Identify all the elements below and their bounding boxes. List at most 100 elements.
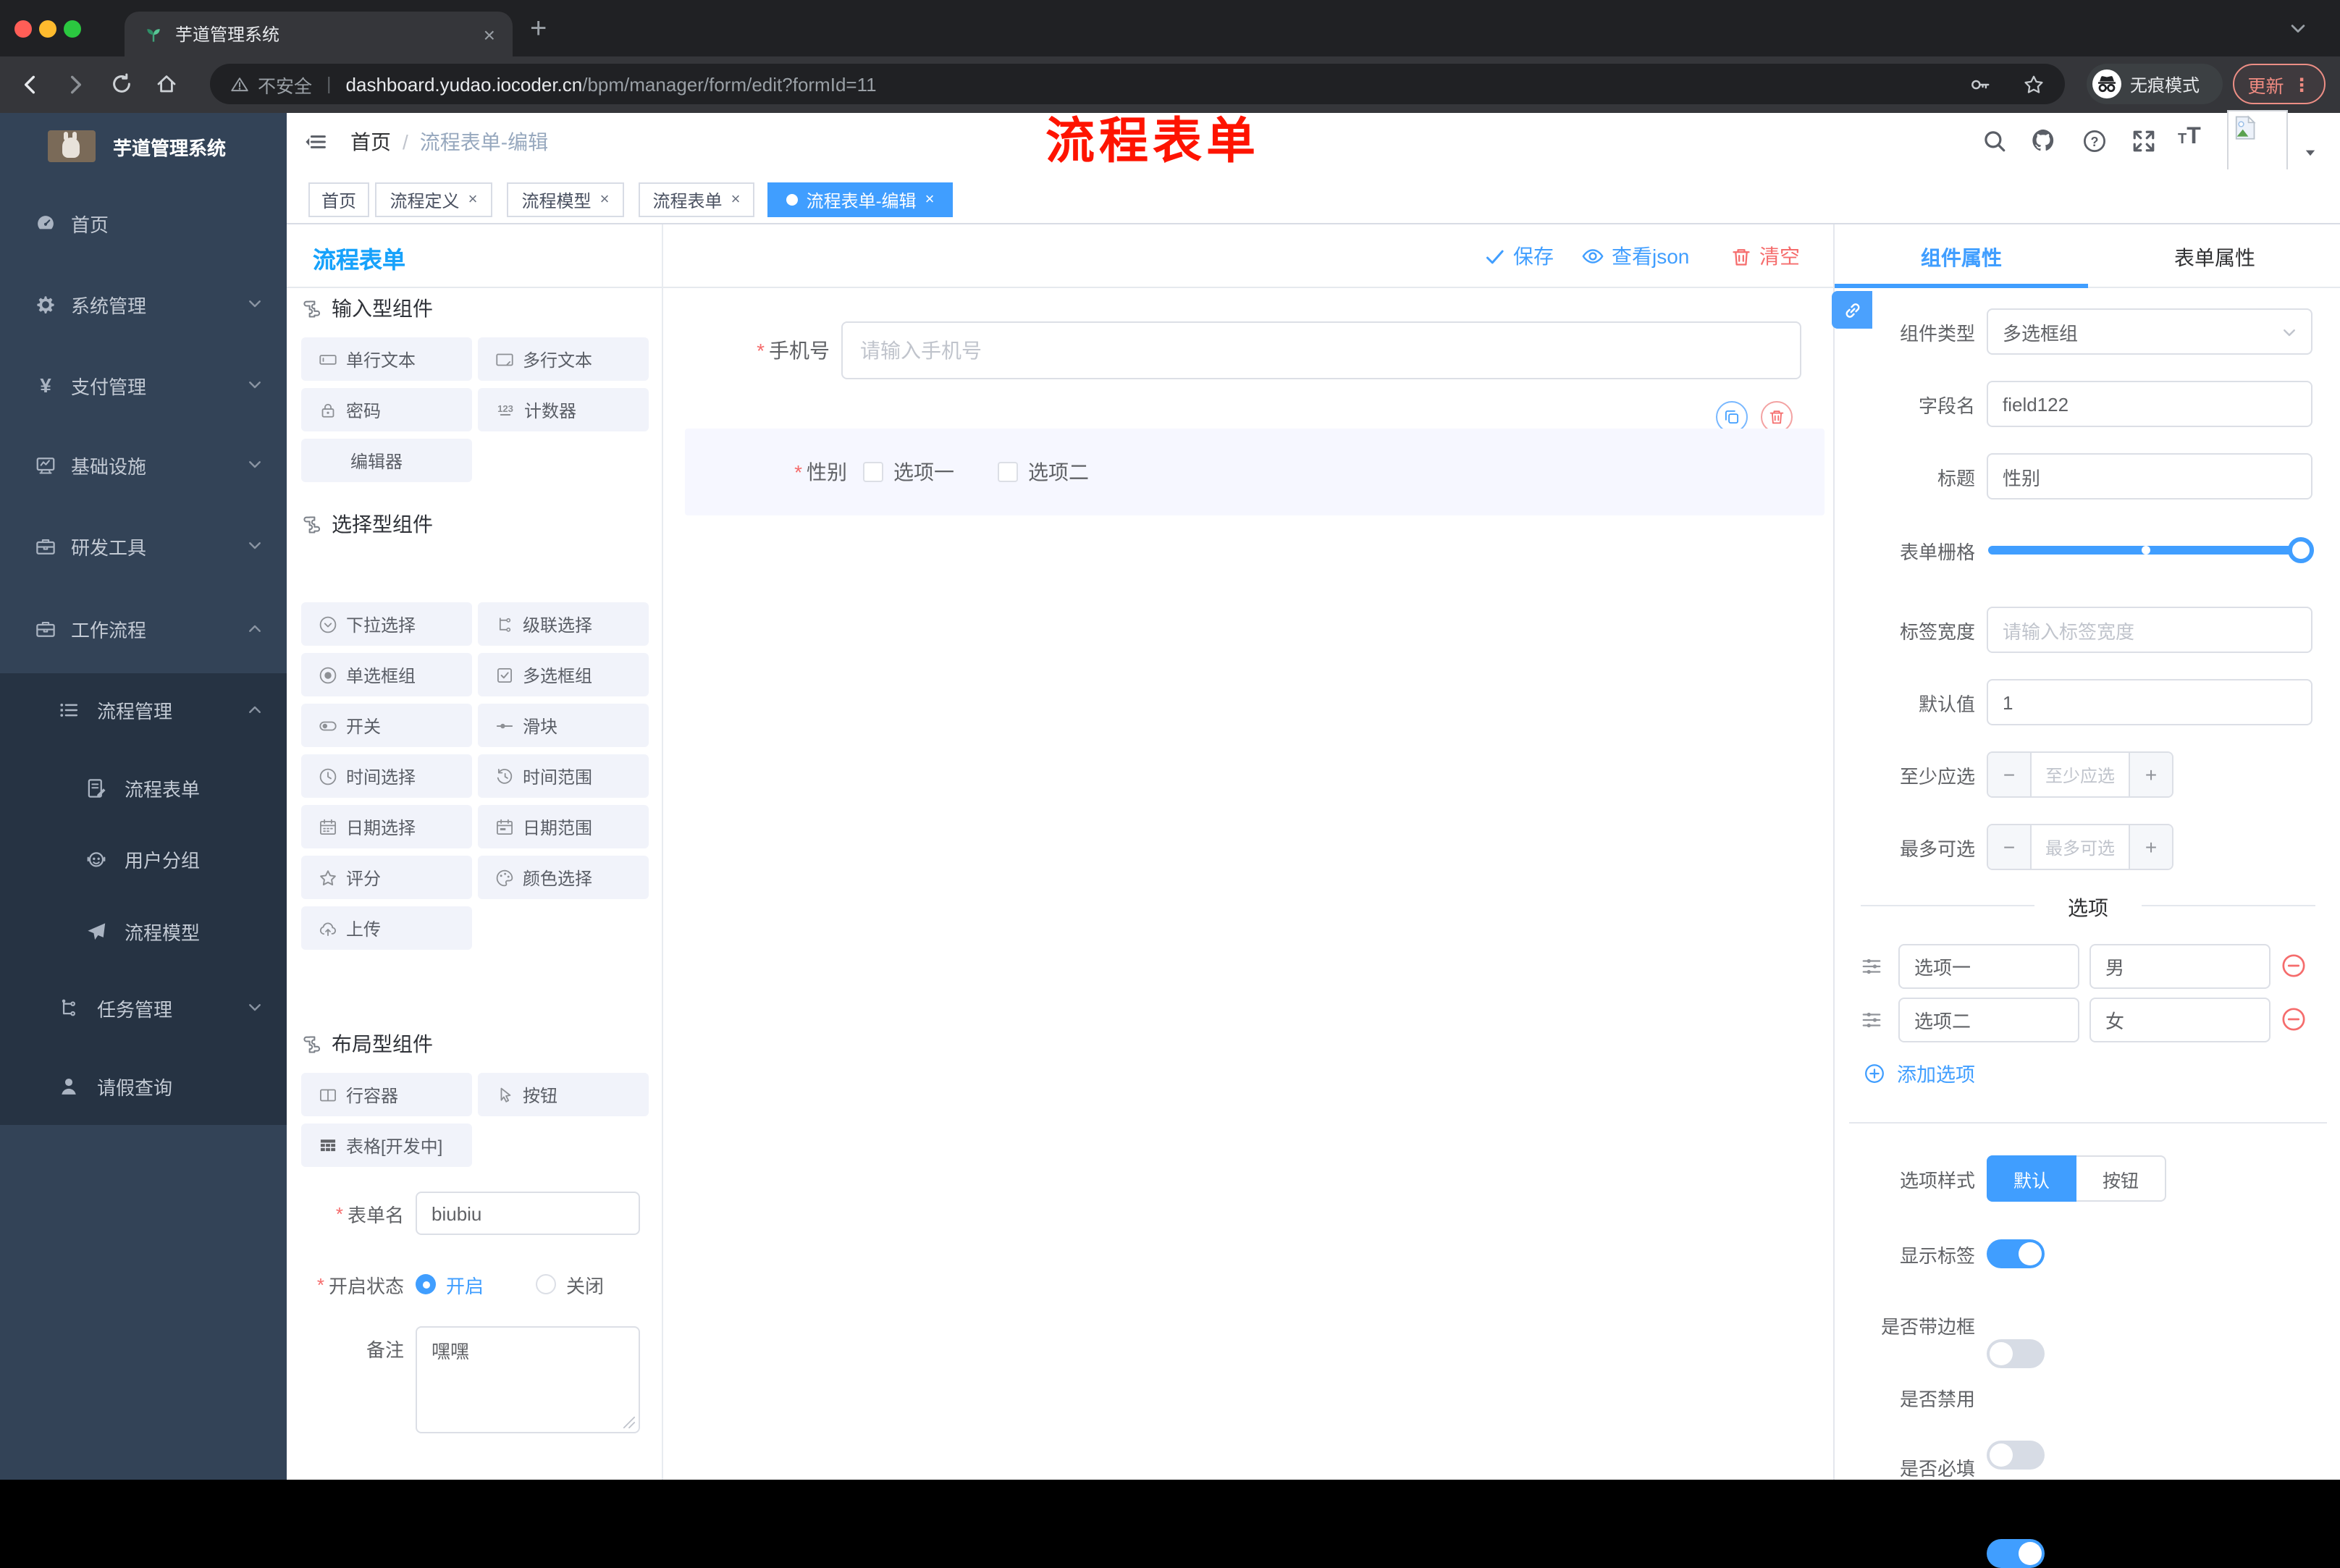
component-chip-date-range[interactable]: 日期范围	[478, 805, 649, 848]
help-icon[interactable]	[2082, 129, 2107, 153]
fullscreen-icon[interactable]	[2131, 129, 2156, 153]
stepper-value[interactable]: 至少应选	[2032, 753, 2129, 796]
title-input[interactable]: 性别	[1987, 453, 2312, 500]
component-chip-checkbox-group[interactable]: 多选框组	[478, 653, 649, 696]
option1-label-input[interactable]: 选项一	[1898, 944, 2079, 989]
stepper-minus-button[interactable]: −	[1988, 753, 2032, 796]
bookmark-star-icon[interactable]	[2023, 73, 2045, 95]
sidebar-item-task-mgmt[interactable]: 任务管理	[0, 973, 287, 1042]
breadcrumb-home[interactable]: 首页	[350, 127, 391, 156]
sidebar-item-system[interactable]: 系统管理	[0, 269, 287, 339]
gender-option1-label[interactable]: 选项一	[893, 458, 954, 486]
sidebar-item-infra[interactable]: 基础设施	[0, 430, 287, 500]
required-toggle[interactable]	[1987, 1539, 2045, 1568]
component-chip-time-picker[interactable]: 时间选择	[301, 754, 472, 798]
default-value-input[interactable]: 1	[1987, 679, 2312, 725]
phone-field-input[interactable]: 请输入手机号	[841, 321, 1801, 379]
home-icon[interactable]	[155, 72, 178, 96]
component-chip-table-dev[interactable]: 表格[开发中]	[301, 1124, 472, 1167]
sidebar-item-payment[interactable]: ¥ 支付管理	[0, 350, 287, 420]
component-chip-upload[interactable]: 上传	[301, 906, 472, 950]
component-chip-button[interactable]: 按钮	[478, 1073, 649, 1116]
component-chip-time-range[interactable]: 时间范围	[478, 754, 649, 798]
style-button-button[interactable]: 按钮	[2076, 1155, 2166, 1202]
form-grid-slider[interactable]	[1988, 537, 2314, 563]
tag-process-form[interactable]: 流程表单 ×	[639, 182, 754, 217]
avatar[interactable]	[2227, 110, 2288, 171]
search-icon[interactable]	[1982, 129, 2007, 153]
remove-option-icon[interactable]	[2281, 953, 2307, 979]
save-button[interactable]: 保存	[1484, 242, 1554, 271]
disabled-toggle[interactable]	[1987, 1441, 2045, 1470]
component-chip-counter[interactable]: 计数器	[478, 388, 649, 431]
component-chip-date-picker[interactable]: 日期选择	[301, 805, 472, 848]
github-icon[interactable]	[2030, 127, 2056, 153]
option2-label-input[interactable]: 选项二	[1898, 998, 2079, 1042]
url-bar[interactable]: 不安全 | dashboard.yudao.iocoder.cn/bpm/man…	[210, 64, 2065, 104]
tag-process-definition[interactable]: 流程定义 ×	[375, 182, 492, 217]
component-chip-single-text[interactable]: 单行文本	[301, 337, 472, 381]
reload-icon[interactable]	[110, 72, 133, 96]
component-chip-cascade[interactable]: 级联选择	[478, 602, 649, 646]
stepper-value[interactable]: 最多可选	[2032, 825, 2129, 869]
hamburger-icon[interactable]	[304, 130, 327, 153]
sidebar-item-process-model[interactable]: 流程模型	[0, 896, 287, 966]
form-remark-textarea[interactable]: 嘿嘿	[416, 1326, 640, 1433]
field-name-input[interactable]: field122	[1987, 381, 2312, 427]
component-chip-rate[interactable]: 评分	[301, 856, 472, 899]
show-label-toggle[interactable]	[1987, 1239, 2045, 1268]
checkbox-icon[interactable]	[998, 462, 1018, 482]
style-default-button[interactable]: 默认	[1987, 1155, 2076, 1202]
stepper-minus-button[interactable]: −	[1988, 825, 2032, 869]
tag-close-icon[interactable]: ×	[600, 191, 610, 208]
option1-value-input[interactable]: 男	[2089, 944, 2270, 989]
sidebar-item-process-mgmt[interactable]: 流程管理	[0, 675, 287, 744]
sidebar-item-workflow[interactable]: 工作流程	[0, 594, 287, 663]
window-minimize-button[interactable]	[39, 20, 56, 38]
radio-off-label[interactable]: 关闭	[566, 1270, 604, 1298]
slider-handle[interactable]	[2288, 537, 2314, 563]
border-toggle[interactable]	[1987, 1339, 2045, 1368]
stepper-plus-button[interactable]: +	[2129, 825, 2172, 869]
browser-tab[interactable]: 芋道管理系统 ×	[125, 12, 513, 56]
tag-close-icon[interactable]: ×	[731, 191, 741, 208]
avatar-caret-icon[interactable]	[2302, 145, 2318, 161]
sidebar-item-process-form[interactable]: 流程表单	[0, 753, 287, 822]
window-close-button[interactable]	[14, 20, 32, 38]
tag-process-form-edit[interactable]: 流程表单-编辑 ×	[767, 182, 953, 217]
password-key-icon[interactable]	[1969, 73, 1991, 95]
tab-component-props[interactable]: 组件属性	[1835, 243, 2088, 272]
component-chip-color-picker[interactable]: 颜色选择	[478, 856, 649, 899]
tab-close-icon[interactable]: ×	[484, 22, 495, 46]
tabstrip-chevron-icon[interactable]	[2288, 19, 2308, 39]
component-chip-radio-group[interactable]: 单选框组	[301, 653, 472, 696]
sidebar-logo[interactable]: 芋道管理系统	[48, 127, 226, 165]
tag-close-icon[interactable]: ×	[468, 191, 478, 208]
resize-handle-icon[interactable]	[623, 1416, 636, 1429]
drag-handle-icon[interactable]	[1861, 956, 1882, 977]
new-tab-button[interactable]: +	[530, 13, 547, 46]
tag-close-icon[interactable]: ×	[925, 191, 935, 208]
component-chip-dropdown[interactable]: 下拉选择	[301, 602, 472, 646]
radio-on-label[interactable]: 开启	[446, 1270, 484, 1298]
sidebar-item-leave-query[interactable]: 请假查询	[0, 1051, 287, 1121]
tag-process-model[interactable]: 流程模型 ×	[507, 182, 624, 217]
component-chip-slider[interactable]: 滑块	[478, 704, 649, 747]
font-size-icon[interactable]: TT	[2178, 125, 2201, 151]
window-zoom-button[interactable]	[64, 20, 81, 38]
sidebar-item-devtools[interactable]: 研发工具	[0, 511, 287, 581]
component-chip-switch[interactable]: 开关	[301, 704, 472, 747]
component-chip-password[interactable]: 密码	[301, 388, 472, 431]
checkbox-icon[interactable]	[863, 462, 883, 482]
stepper-plus-button[interactable]: +	[2129, 753, 2172, 796]
add-option-button[interactable]: 添加选项	[1864, 1058, 1975, 1087]
clear-button[interactable]: 清空	[1730, 242, 1800, 271]
component-chip-editor[interactable]: 编辑器	[301, 439, 472, 482]
radio-on-icon[interactable]	[416, 1274, 436, 1294]
back-icon[interactable]	[17, 72, 42, 97]
tag-home[interactable]: 首页	[308, 182, 369, 217]
tab-form-props[interactable]: 表单属性	[2088, 243, 2340, 272]
selected-widget-gender[interactable]: * 性别 选项一 选项二	[685, 429, 1825, 515]
drag-handle-icon[interactable]	[1861, 1009, 1882, 1031]
form-name-input[interactable]: biubiu	[416, 1192, 640, 1235]
